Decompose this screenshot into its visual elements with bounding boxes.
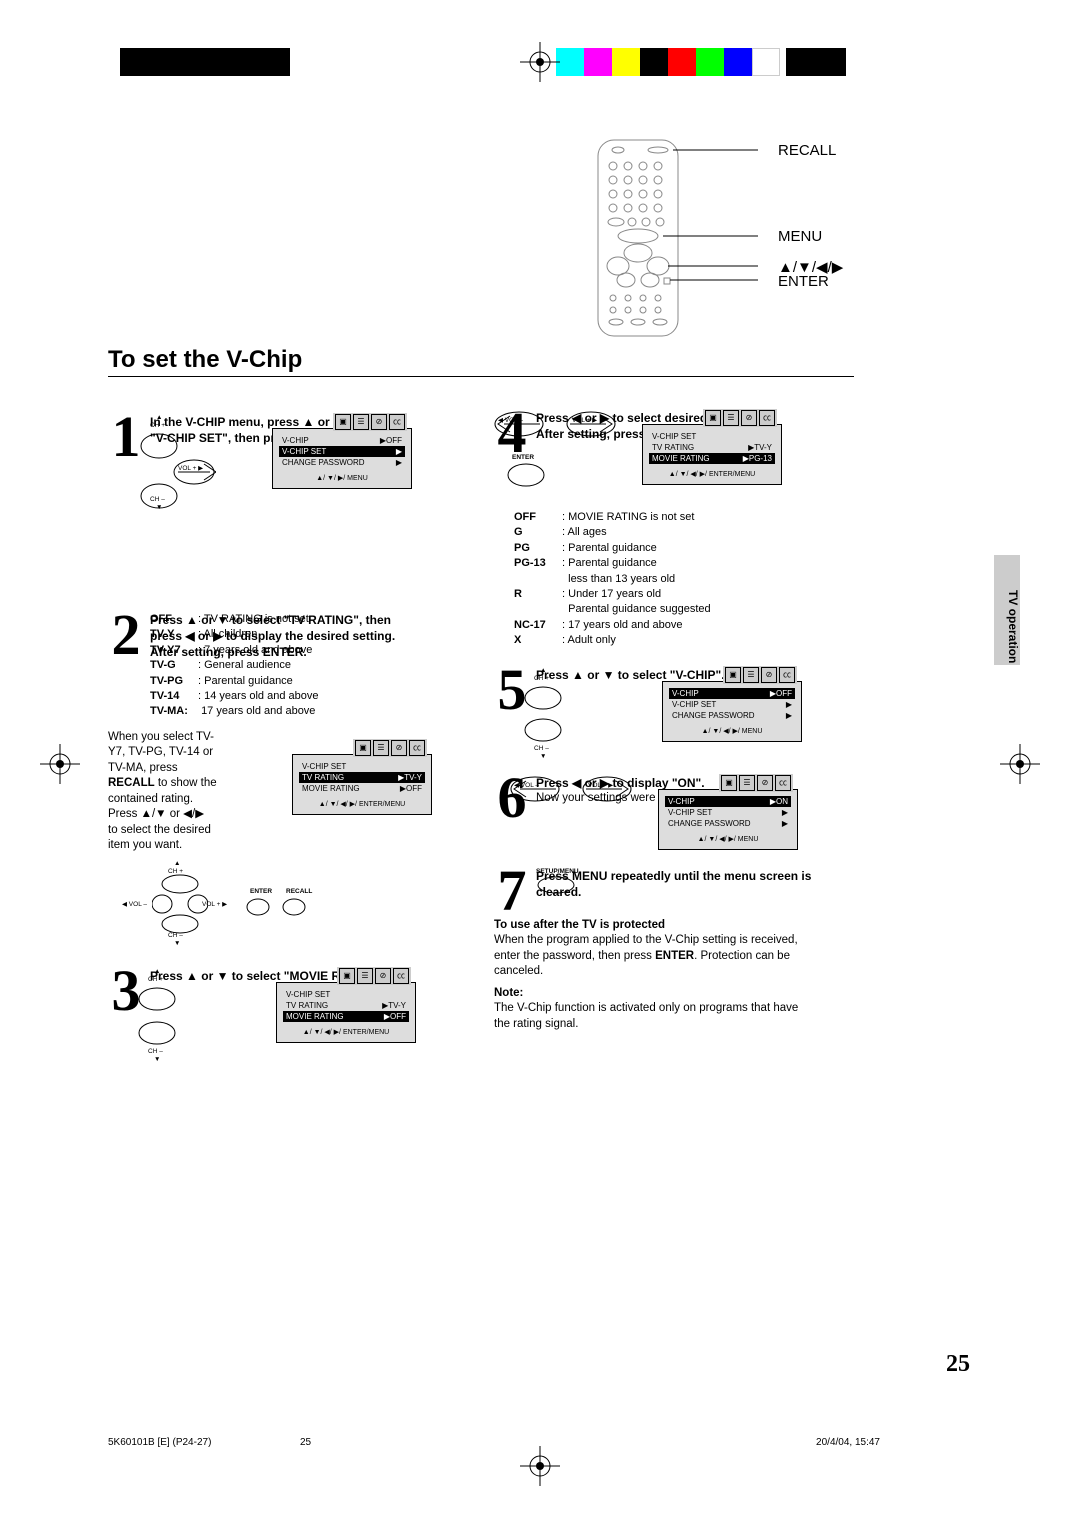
step-7-number: 7 (494, 868, 530, 914)
registration-mark-left (40, 744, 80, 784)
remote-label-enter: ENTER (778, 273, 829, 290)
step-4-ratings: OFF: MOVIE RATING is not set G: All ages… (514, 510, 874, 649)
step-2-menu: ▣☰⊘㏄ V-CHIP SET TV RATING▶TV-Y MOVIE RAT… (292, 754, 432, 815)
footer-left: 5K60101B [E] (P24-27) (108, 1437, 211, 1448)
step-3-menu: ▣☰⊘㏄ V-CHIP SET TV RATING▶TV-Y MOVIE RAT… (276, 982, 416, 1043)
after-use-heading: To use after the TV is protected (494, 918, 874, 934)
section-rule-top (108, 376, 854, 377)
note-label: Note: (494, 986, 874, 1002)
registration-mark-right (1000, 744, 1040, 784)
footer-right: 20/4/04, 15:47 (816, 1437, 880, 1448)
nav-ch-up: CH + (150, 422, 165, 429)
step-5-menu: ▣☰⊘㏄ V-CHIP▶OFF V-CHIP SET▶ CHANGE PASSW… (662, 681, 802, 742)
nav-vol-right: VOL + ▶ (178, 464, 203, 472)
step-6-menu: ▣☰⊘㏄ V-CHIP▶ON V-CHIP SET▶ CHANGE PASSWO… (658, 789, 798, 850)
side-tab-label: TV operation (1006, 590, 1020, 663)
registration-mark-top (520, 42, 560, 82)
step-2-dpad: ▲ CH + ◀ VOL – VOL + ▶ CH – ▼ ENTER RECA… (122, 860, 302, 950)
section-title: To set the V-Chip (108, 346, 302, 374)
step-1-menu: ▣☰⊘㏄ V-CHIP▶OFF V-CHIP SET▶ CHANGE PASSW… (272, 428, 412, 489)
color-bar (556, 48, 846, 76)
remote-diagram: RECALL MENU ▲/▼/◀/▶ ENTER (588, 138, 848, 338)
after-use-body: When the program applied to the V-Chip s… (494, 933, 874, 980)
page-number: 25 (946, 1351, 970, 1378)
step-2-note: When you select TV- Y7, TV-PG, TV-14 or … (108, 730, 278, 854)
registration-mark-bottom (520, 1446, 560, 1486)
footer-mid: 25 (300, 1437, 311, 1448)
crop-bar-left (120, 48, 290, 76)
note-body: The V-Chip function is activated only on… (494, 1001, 874, 1032)
step-4-menu: ▣☰⊘㏄ V-CHIP SET TV RATING▶TV-Y MOVIE RAT… (642, 424, 782, 485)
remote-label-menu: MENU (778, 228, 822, 245)
remote-label-recall: RECALL (778, 142, 836, 159)
step-2-number: 2 (108, 612, 144, 661)
